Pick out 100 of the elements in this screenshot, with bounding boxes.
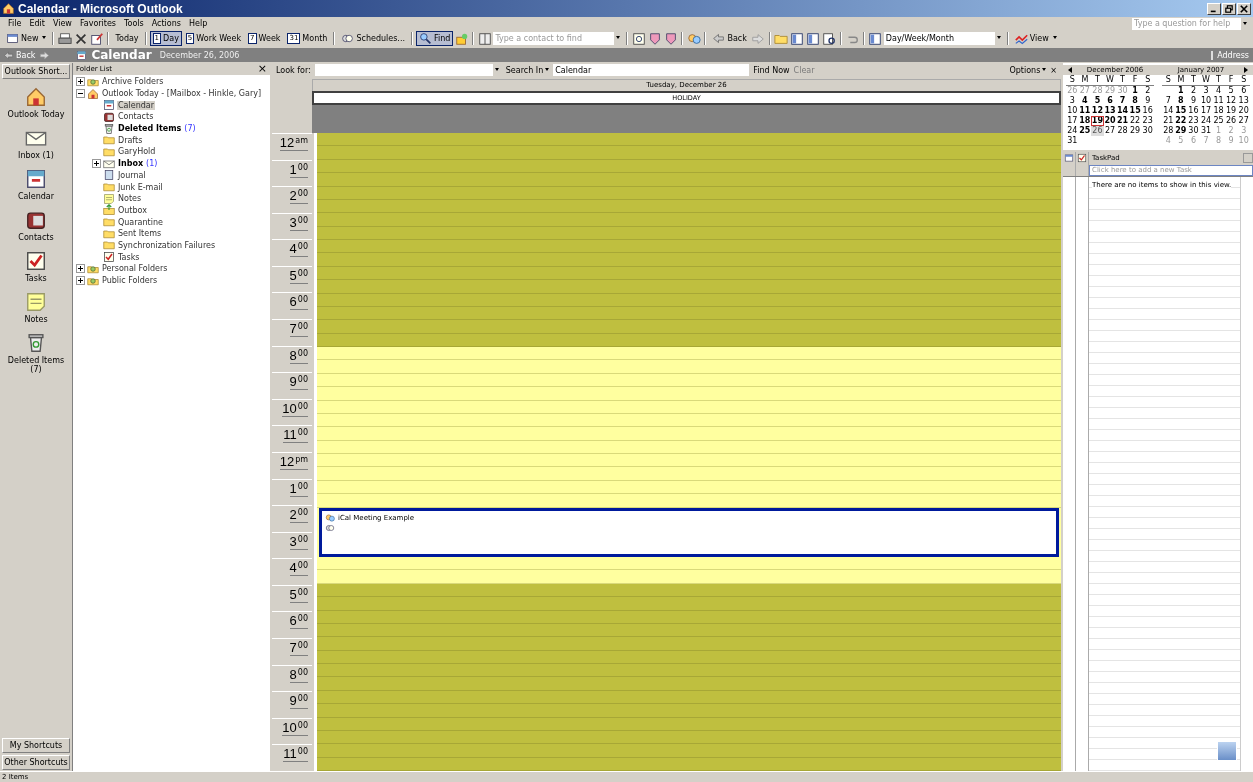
time-slot[interactable]: [317, 494, 1061, 508]
calendar-day[interactable]: 8: [1128, 96, 1142, 106]
shortcut-group-button[interactable]: My Shortcuts: [2, 738, 70, 753]
scroll-up-button[interactable]: [1243, 153, 1253, 163]
calendar-day[interactable]: 13: [1103, 106, 1117, 116]
window-button[interactable]: [1217, 741, 1237, 761]
calendar-day[interactable]: 30: [1141, 126, 1154, 136]
toolbar-button[interactable]: [57, 31, 73, 46]
toolbar-button[interactable]: New: [3, 31, 50, 46]
shortcut-item[interactable]: Outlook Today: [4, 86, 68, 119]
expand-icon[interactable]: [76, 77, 85, 87]
calendar-day[interactable]: 19: [1224, 106, 1238, 116]
time-slot[interactable]: [317, 427, 1061, 441]
calendar-day[interactable]: 22: [1128, 116, 1142, 126]
time-slot[interactable]: [317, 677, 1061, 691]
calendar-day[interactable]: 1: [1128, 86, 1142, 96]
menu-item[interactable]: File: [4, 19, 26, 28]
time-slot[interactable]: [317, 637, 1061, 651]
menu-item[interactable]: Actions: [147, 19, 185, 28]
calendar-day[interactable]: 21: [1116, 116, 1129, 126]
time-slot[interactable]: [317, 280, 1061, 294]
calendar-day[interactable]: 29: [1128, 126, 1142, 136]
calendar-day[interactable]: 3: [1066, 96, 1079, 106]
time-slot[interactable]: [317, 704, 1061, 718]
shortcut-item[interactable]: Deleted Items (7): [4, 332, 68, 374]
calendar-day[interactable]: 13: [1237, 96, 1250, 106]
calendar-day[interactable]: 30: [1187, 126, 1200, 136]
time-slot[interactable]: [317, 360, 1061, 374]
menu-item[interactable]: View: [48, 19, 76, 28]
calendar-day[interactable]: 31: [1066, 136, 1079, 146]
time-slot[interactable]: [317, 570, 1061, 584]
shortcut-item[interactable]: Tasks: [4, 250, 68, 283]
calendar-day[interactable]: 22: [1174, 116, 1188, 126]
calendar-day[interactable]: 10: [1199, 96, 1213, 106]
time-slot[interactable]: [317, 744, 1061, 758]
expand-icon[interactable]: [76, 264, 85, 274]
shortcut-item[interactable]: Calendar: [4, 168, 68, 201]
find-now-button[interactable]: Find Now: [753, 65, 790, 75]
calendar-day[interactable]: 12: [1224, 96, 1238, 106]
time-slot[interactable]: [317, 173, 1061, 187]
calendar-day[interactable]: 20: [1103, 116, 1117, 126]
calendar-day[interactable]: 10: [1066, 106, 1079, 116]
calendar-day[interactable]: 8: [1174, 96, 1188, 106]
minimize-button[interactable]: [1207, 2, 1221, 15]
folder-item[interactable]: Journal: [117, 170, 147, 180]
calendar-day[interactable]: 5: [1091, 96, 1104, 106]
folder-item[interactable]: Junk E-mail: [117, 182, 164, 192]
time-slot[interactable]: [317, 213, 1061, 227]
folder-item[interactable]: Tasks: [117, 252, 141, 262]
calendar-day[interactable]: 14: [1116, 106, 1129, 116]
calendar-day[interactable]: 7: [1116, 96, 1129, 106]
time-slot[interactable]: [317, 133, 1061, 147]
expand-icon[interactable]: [92, 159, 101, 169]
toolbar-button[interactable]: [631, 31, 647, 46]
search-in-button[interactable]: Search In: [505, 65, 550, 75]
folder-item[interactable]: Notes: [117, 194, 143, 204]
time-slot[interactable]: [317, 320, 1061, 334]
shortcut-group-button[interactable]: Other Shortcuts: [2, 755, 70, 770]
calendar-day[interactable]: 28: [1162, 126, 1175, 136]
calendar-day[interactable]: 15: [1174, 106, 1188, 116]
calendar-day[interactable]: 16: [1187, 106, 1200, 116]
calendar-day[interactable]: 18: [1078, 116, 1092, 126]
calendar-day[interactable]: 5: [1224, 86, 1238, 96]
folder-item[interactable]: Archive Folders: [101, 77, 165, 87]
expand-icon[interactable]: [76, 276, 85, 286]
time-slot[interactable]: [317, 240, 1061, 254]
calendar-day[interactable]: 29: [1174, 126, 1188, 136]
folder-item[interactable]: Sent Items: [117, 229, 163, 239]
toolbar-button[interactable]: View: [1011, 31, 1060, 46]
calendar-day[interactable]: 6: [1237, 86, 1250, 96]
calendar-day[interactable]: 2: [1187, 86, 1200, 96]
forward-button[interactable]: [39, 49, 51, 61]
back-button[interactable]: Back: [3, 49, 36, 61]
calendar-day[interactable]: 17: [1199, 106, 1213, 116]
toolbar-button[interactable]: Schedules...: [338, 31, 408, 46]
folder-item[interactable]: Outbox: [117, 205, 148, 215]
menu-item[interactable]: Help: [184, 19, 212, 28]
folder-item[interactable]: Quarantine: [117, 217, 164, 227]
calendar-day[interactable]: 17: [1066, 116, 1079, 126]
toolbar-button[interactable]: Back: [709, 31, 750, 46]
close-button[interactable]: ×: [257, 64, 267, 74]
calendar-day[interactable]: 6: [1103, 96, 1117, 106]
calendar-day[interactable]: 12: [1091, 106, 1104, 116]
toolbar-button[interactable]: [821, 31, 837, 46]
address-button[interactable]: Address: [1211, 50, 1253, 60]
time-slot[interactable]: [317, 664, 1061, 678]
shortcut-group-button[interactable]: Outlook Short...: [2, 64, 70, 79]
folder-item[interactable]: Contacts: [117, 112, 155, 122]
shortcut-item[interactable]: Contacts: [4, 209, 68, 242]
folder-item[interactable]: Synchronization Failures: [117, 240, 217, 250]
calendar-day[interactable]: 24: [1066, 126, 1079, 136]
folder-item[interactable]: Deleted Items: [117, 124, 183, 134]
folder-item[interactable]: Outlook Today - [Mailbox - Hinkle, Gary]: [101, 89, 263, 99]
calendar-day[interactable]: 21: [1162, 116, 1175, 126]
folder-item[interactable]: Calendar: [117, 100, 155, 110]
close-button[interactable]: ×: [1050, 65, 1057, 75]
shortcut-item[interactable]: Inbox (1): [4, 127, 68, 160]
toolbar-button[interactable]: Today: [112, 31, 142, 46]
time-slot[interactable]: [317, 454, 1061, 468]
menu-item[interactable]: Edit: [25, 19, 49, 28]
